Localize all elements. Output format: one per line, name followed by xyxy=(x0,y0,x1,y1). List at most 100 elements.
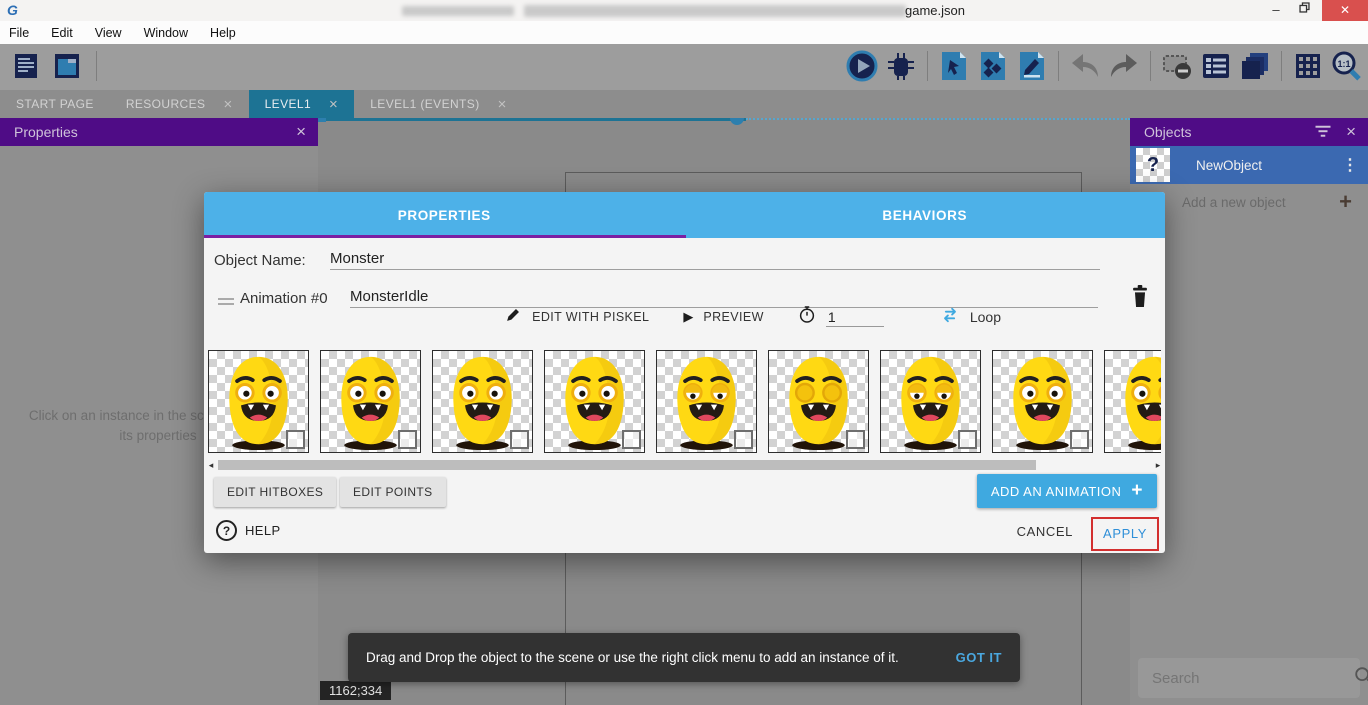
close-panel-icon[interactable]: × xyxy=(1346,122,1356,142)
animation-frame[interactable] xyxy=(432,350,533,453)
frame-checkbox[interactable] xyxy=(398,430,417,449)
gdevelop-window: G game.json – ✕ File Edit View Window He… xyxy=(0,0,1368,705)
toolbar-separator xyxy=(927,51,928,81)
layers-icon[interactable] xyxy=(1238,49,1272,83)
close-button[interactable]: ✕ xyxy=(1322,0,1368,21)
frame-checkbox[interactable] xyxy=(510,430,529,449)
animation-frame[interactable] xyxy=(880,350,981,453)
cursor-coordinates: 1162;334 xyxy=(320,681,391,700)
search-input[interactable] xyxy=(1150,669,1353,688)
toolbar-separator xyxy=(1281,51,1282,81)
active-tab-indicator xyxy=(204,235,686,238)
menu-help[interactable]: Help xyxy=(210,26,236,40)
scene-properties-icon[interactable] xyxy=(50,49,84,83)
loop-icon[interactable] xyxy=(940,305,960,330)
toolbar-separator xyxy=(1150,51,1151,81)
object-menu-icon[interactable]: ⋮ xyxy=(1342,155,1358,175)
pencil-icon xyxy=(505,306,522,328)
close-tab-icon[interactable]: × xyxy=(329,96,338,113)
selection-corner-handle[interactable] xyxy=(318,118,326,122)
plus-icon: + xyxy=(1131,480,1143,502)
open-events-editor-icon[interactable] xyxy=(1015,49,1049,83)
animation-frame[interactable] xyxy=(992,350,1093,453)
open-scene-editor-icon[interactable] xyxy=(937,49,971,83)
edit-hitboxes-button[interactable]: EDIT HITBOXES xyxy=(214,477,336,507)
gdevelop-logo-icon: G xyxy=(7,2,18,18)
add-object-row[interactable]: Add a new object + xyxy=(1130,184,1368,220)
menu-edit[interactable]: Edit xyxy=(51,26,73,40)
zoom-1-1-icon[interactable]: 1:1 xyxy=(1330,49,1364,83)
debug-icon[interactable] xyxy=(884,49,918,83)
svg-text:1:1: 1:1 xyxy=(1337,59,1350,69)
cancel-button[interactable]: CANCEL xyxy=(1017,524,1073,539)
edit-with-piskel-button[interactable]: EDIT WITH PISKEL xyxy=(532,310,649,324)
menu-view[interactable]: View xyxy=(95,26,122,40)
loop-toggle[interactable]: Loop xyxy=(970,309,1001,325)
tab-start-page[interactable]: START PAGE xyxy=(0,90,110,118)
scroll-left-icon[interactable]: ◂ xyxy=(206,460,216,471)
selection-resize-handle[interactable] xyxy=(730,118,744,125)
window-title: game.json xyxy=(905,3,965,18)
tab-behaviors[interactable]: BEHAVIORS xyxy=(685,192,1166,238)
animation-frame[interactable] xyxy=(320,350,421,453)
help-button[interactable]: ? HELP xyxy=(216,520,281,541)
undo-icon[interactable] xyxy=(1068,49,1102,83)
delete-animation-icon[interactable] xyxy=(1129,284,1151,313)
redo-icon[interactable] xyxy=(1107,49,1141,83)
edit-points-button[interactable]: EDIT POINTS xyxy=(340,477,446,507)
animation-frame[interactable] xyxy=(544,350,645,453)
scrollbar-thumb[interactable] xyxy=(218,460,1036,470)
menu-file[interactable]: File xyxy=(9,26,29,40)
close-tab-icon[interactable]: × xyxy=(223,96,232,113)
animation-frame[interactable] xyxy=(656,350,757,453)
object-name-input[interactable] xyxy=(330,248,1100,270)
monster-sprite xyxy=(1105,351,1161,452)
frame-checkbox[interactable] xyxy=(286,430,305,449)
frame-checkbox[interactable] xyxy=(958,430,977,449)
frame-checkbox[interactable] xyxy=(846,430,865,449)
toolbar-separator xyxy=(1058,51,1059,81)
add-animation-button[interactable]: ADD AN ANIMATION + xyxy=(977,474,1157,508)
animation-frame[interactable] xyxy=(768,350,869,453)
animation-controls: EDIT WITH PISKEL ▶ PREVIEW Loop xyxy=(204,302,1081,332)
preview-play-icon: ▶ xyxy=(683,309,693,325)
minimize-button[interactable]: – xyxy=(1262,0,1290,21)
close-panel-icon[interactable]: × xyxy=(296,122,306,142)
dialog-tabs: PROPERTIES BEHAVIORS xyxy=(204,192,1165,238)
frames-strip xyxy=(208,350,1161,455)
delete-instances-icon[interactable] xyxy=(1160,49,1194,83)
objects-panel-title: Objects xyxy=(1144,124,1314,140)
frame-checkbox[interactable] xyxy=(1070,430,1089,449)
preview-button[interactable]: PREVIEW xyxy=(703,310,763,324)
time-between-frames-input[interactable] xyxy=(826,308,884,327)
object-name-label: NewObject xyxy=(1196,158,1342,173)
restore-button[interactable] xyxy=(1290,0,1318,21)
close-tab-icon[interactable]: × xyxy=(498,96,507,113)
frame-checkbox[interactable] xyxy=(734,430,753,449)
instances-list-icon[interactable] xyxy=(1199,49,1233,83)
filter-list-icon[interactable] xyxy=(1314,124,1332,141)
selection-edge xyxy=(318,118,746,121)
plus-icon[interactable]: + xyxy=(1339,189,1352,215)
frames-scrollbar[interactable]: ◂ ▸ xyxy=(206,458,1163,472)
frame-checkbox[interactable] xyxy=(622,430,641,449)
tab-level1[interactable]: LEVEL1× xyxy=(249,90,355,118)
scroll-right-icon[interactable]: ▸ xyxy=(1153,460,1163,471)
restore-icon xyxy=(1298,1,1311,14)
object-list-item-newobject[interactable]: ? NewObject ⋮ xyxy=(1130,146,1368,184)
open-objects-editor-icon[interactable] xyxy=(976,49,1010,83)
animation-frame[interactable] xyxy=(1104,350,1161,453)
preview-play-icon[interactable] xyxy=(845,49,879,83)
search-icon xyxy=(1353,665,1368,692)
tab-level1-events[interactable]: LEVEL1 (EVENTS)× xyxy=(354,90,523,118)
tab-resources[interactable]: RESOURCES× xyxy=(110,90,249,118)
animation-frame[interactable] xyxy=(208,350,309,453)
got-it-button[interactable]: GOT IT xyxy=(956,650,1002,665)
menu-window[interactable]: Window xyxy=(144,26,188,40)
project-manager-icon[interactable] xyxy=(8,49,42,83)
object-search-box[interactable] xyxy=(1138,658,1360,698)
tab-properties[interactable]: PROPERTIES xyxy=(204,192,685,238)
apply-button[interactable]: APPLY xyxy=(1103,526,1147,541)
grid-icon[interactable] xyxy=(1291,49,1325,83)
apply-highlight-box: APPLY xyxy=(1091,517,1159,551)
